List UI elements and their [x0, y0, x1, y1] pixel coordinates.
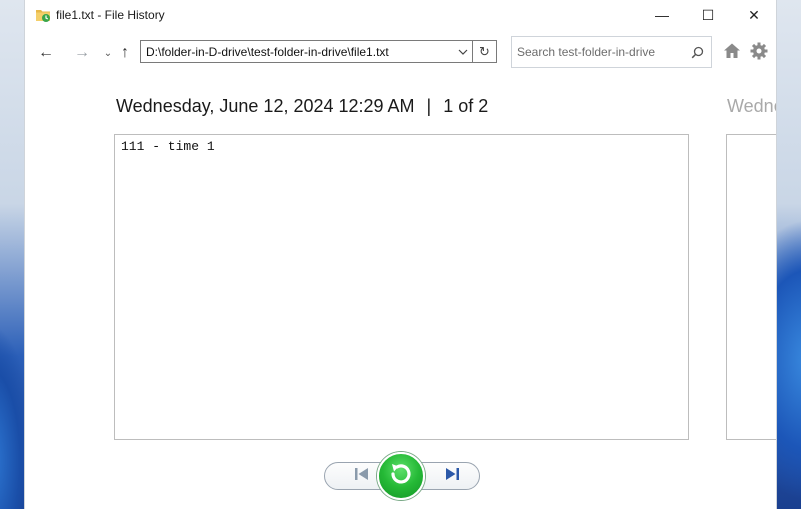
navigation-toolbar: ← → ⌄ ↑ D:\folder-in-D-drive\test-folder…: [25, 30, 776, 76]
version-position: 1 of 2: [443, 96, 489, 116]
forward-button[interactable]: →: [71, 43, 93, 63]
version-header: Wednesday, June 12, 2024 12:29 AM | 1 of 2: [116, 96, 488, 117]
restore-icon: [386, 459, 416, 494]
file-history-window: file1.txt - File History — ☐ ✕ ← → ⌄ ↑ D…: [24, 0, 777, 509]
address-path[interactable]: D:\folder-in-D-drive\test-folder-in-driv…: [141, 45, 454, 59]
skip-previous-icon: [354, 467, 370, 486]
address-dropdown-icon[interactable]: [454, 41, 472, 62]
minimize-button[interactable]: —: [639, 0, 685, 30]
up-button[interactable]: ↑: [114, 43, 136, 63]
window-title: file1.txt - File History: [56, 8, 165, 22]
file-preview[interactable]: 111 - time 1: [114, 134, 689, 440]
refresh-button[interactable]: ↻: [473, 40, 497, 63]
search-input[interactable]: [512, 37, 683, 67]
search-box[interactable]: [511, 36, 712, 68]
search-icon[interactable]: [683, 46, 711, 59]
address-bar[interactable]: D:\folder-in-D-drive\test-folder-in-driv…: [140, 40, 473, 63]
version-date: Wednesday, June 12, 2024 12:29 AM: [116, 96, 415, 116]
home-icon[interactable]: [722, 41, 742, 61]
restore-button[interactable]: [377, 452, 425, 500]
skip-next-icon: [444, 467, 460, 486]
back-button[interactable]: ←: [35, 43, 57, 63]
close-button[interactable]: ✕: [731, 0, 776, 30]
gear-icon[interactable]: [749, 41, 769, 61]
version-separator: |: [426, 96, 432, 116]
next-version-preview[interactable]: [726, 134, 776, 440]
maximize-button[interactable]: ☐: [685, 0, 731, 30]
next-version-button[interactable]: [431, 464, 473, 488]
next-version-header: Wednesday, June 12, 2024: [727, 96, 776, 116]
recent-locations-button[interactable]: ⌄: [102, 43, 114, 63]
preview-content: 111 - time 1: [121, 139, 215, 154]
title-bar[interactable]: file1.txt - File History — ☐ ✕: [25, 0, 776, 30]
file-history-app-icon: [35, 7, 51, 23]
